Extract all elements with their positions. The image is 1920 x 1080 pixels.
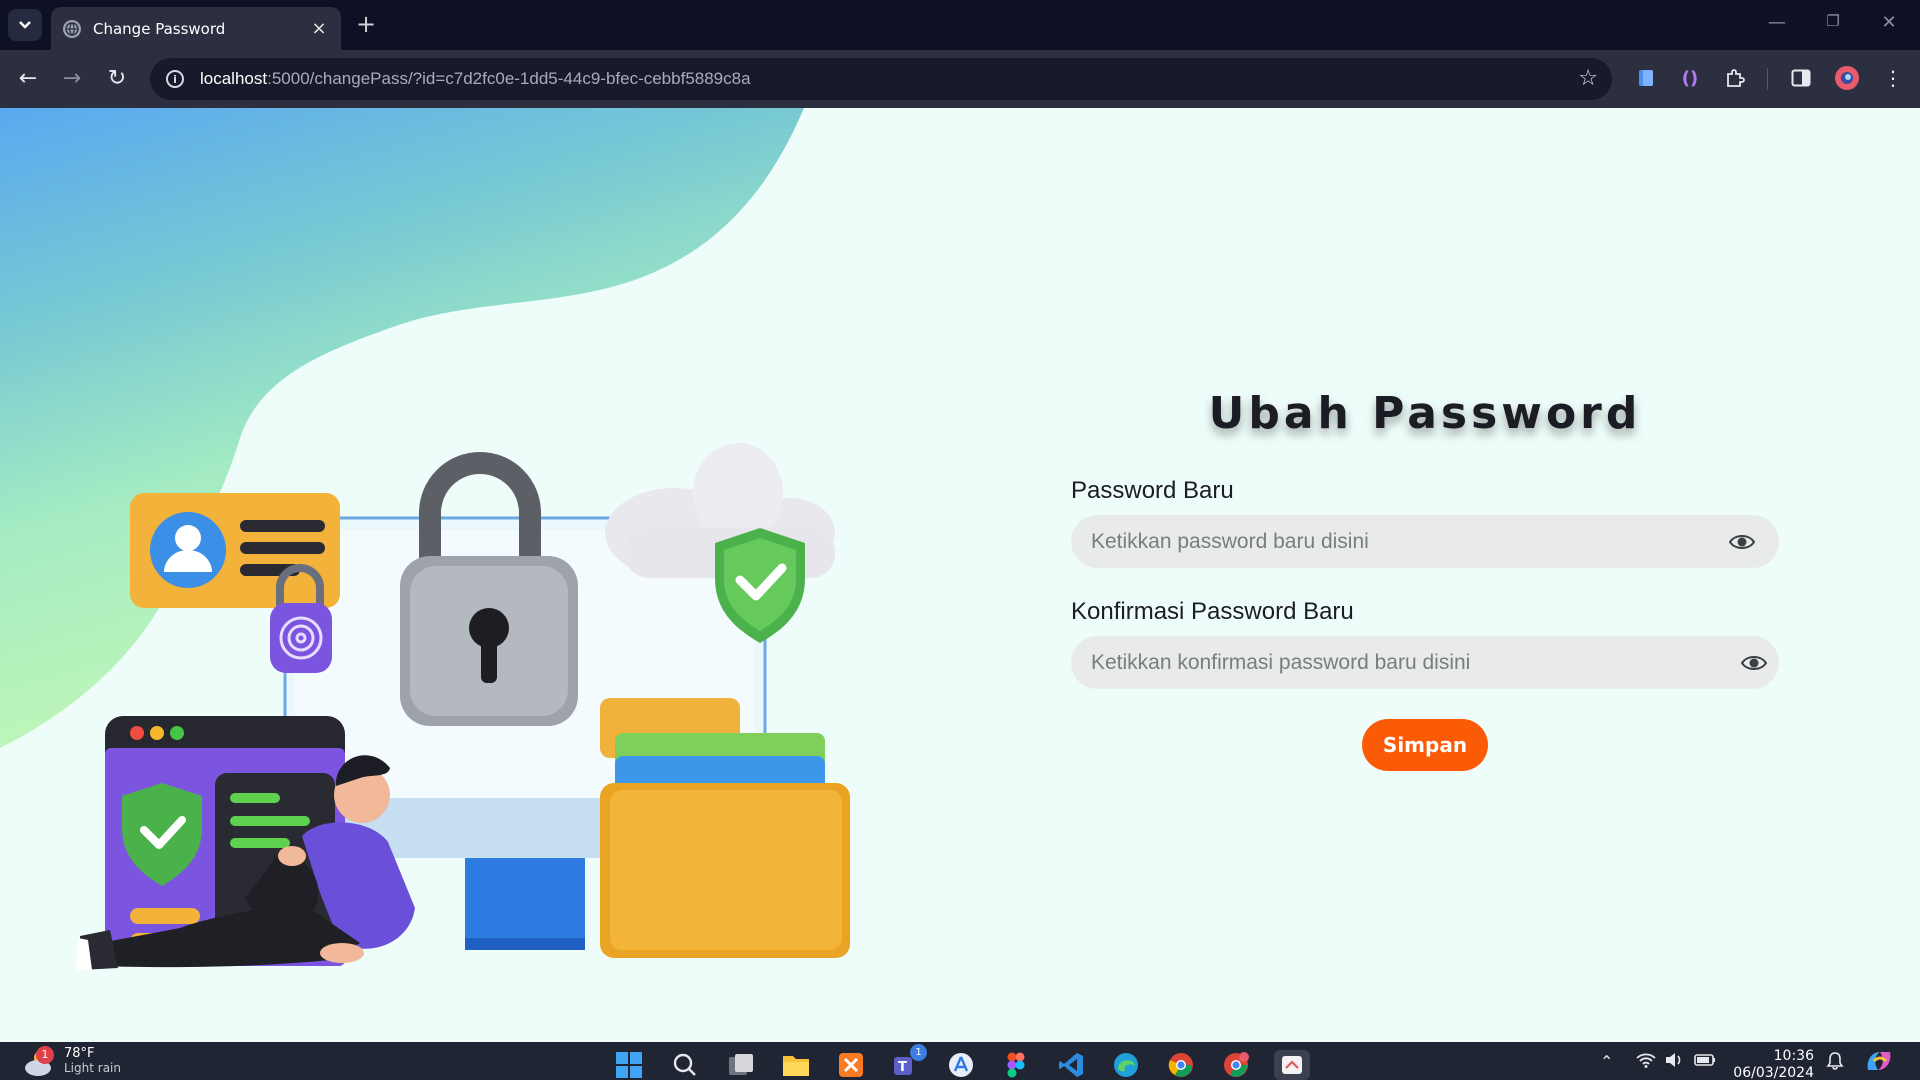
close-tab-icon[interactable]: × <box>309 18 329 39</box>
extension-bracket-icon[interactable]: () <box>1677 65 1703 91</box>
change-password-form: Ubah Password Password Baru Konfirmasi P… <box>1071 388 1779 771</box>
clock-time: 10:36 <box>1773 1048 1814 1064</box>
eye-icon[interactable] <box>1741 652 1767 674</box>
chrome-icon[interactable] <box>1166 1050 1196 1080</box>
teams-badge: 1 <box>910 1044 927 1061</box>
toolbar-divider <box>1767 68 1768 90</box>
new-password-label: Password Baru <box>1071 477 1234 504</box>
back-button[interactable]: ← <box>13 64 43 94</box>
snipping-tool-icon[interactable] <box>1274 1050 1310 1080</box>
confirm-password-field-wrapper <box>1071 636 1779 689</box>
wifi-icon[interactable] <box>1636 1052 1656 1072</box>
reload-button[interactable]: ↻ <box>102 64 132 94</box>
weather-description: Light rain <box>64 1061 121 1075</box>
windows-taskbar: 1 78°F Light rain T 1 ⌃ 10:36 06/03/2024 <box>0 1042 1920 1080</box>
file-explorer-icon[interactable] <box>781 1050 811 1080</box>
search-icon[interactable] <box>670 1050 700 1080</box>
battery-icon[interactable] <box>1694 1052 1716 1071</box>
app-store-icon[interactable] <box>946 1050 976 1080</box>
chevron-down-icon <box>19 21 31 29</box>
volume-icon[interactable] <box>1664 1052 1684 1072</box>
tab-title: Change Password <box>93 19 226 38</box>
url-host: localhost <box>200 69 268 88</box>
clock-date: 06/03/2024 <box>1733 1065 1814 1080</box>
weather-badge: 1 <box>36 1046 54 1064</box>
edge-icon[interactable] <box>1111 1050 1141 1080</box>
save-button[interactable]: Simpan <box>1362 719 1488 771</box>
chrome-profile-icon[interactable] <box>1221 1050 1251 1080</box>
vscode-icon[interactable] <box>1056 1050 1086 1080</box>
side-panel-icon[interactable] <box>1788 65 1814 91</box>
security-illustration <box>76 443 850 970</box>
puzzle-extensions-icon[interactable] <box>1722 65 1748 91</box>
confirm-password-label: Konfirmasi Password Baru <box>1071 598 1354 625</box>
site-info-icon[interactable]: i <box>166 70 184 88</box>
copilot-icon[interactable] <box>1864 1048 1894 1078</box>
rain-cloud-icon: 1 <box>22 1046 56 1080</box>
weather-temp: 78°F <box>64 1046 95 1061</box>
profile-avatar[interactable] <box>1834 65 1860 91</box>
chevron-up-icon[interactable]: ⌃ <box>1600 1052 1613 1071</box>
task-view-icon[interactable] <box>726 1050 756 1080</box>
xampp-icon[interactable] <box>836 1050 866 1080</box>
figma-icon[interactable] <box>1001 1050 1031 1080</box>
browser-tab-bar: Change Password × + — ❐ ✕ <box>0 0 1920 50</box>
svg-text:T: T <box>898 1060 907 1075</box>
restore-button[interactable]: ❐ <box>1818 12 1848 30</box>
globe-icon <box>63 19 81 38</box>
url-path: :5000/changePass/?id=c7d2fc0e-1dd5-44c9-… <box>267 69 751 88</box>
browser-toolbar: ← → ↻ i localhost:5000/changePass/?id=c7… <box>0 50 1920 108</box>
weather-widget[interactable]: 1 78°F Light rain <box>22 1046 121 1080</box>
notification-bell-icon[interactable] <box>1826 1052 1844 1074</box>
page-title: Ubah Password <box>1208 388 1642 439</box>
confirm-password-input[interactable] <box>1091 650 1691 675</box>
tab-search-button[interactable] <box>8 9 42 41</box>
address-bar[interactable]: i localhost:5000/changePass/?id=c7d2fc0e… <box>150 58 1612 100</box>
minimize-button[interactable]: — <box>1762 12 1792 33</box>
extension-blue-icon[interactable] <box>1633 65 1659 91</box>
new-password-input[interactable] <box>1091 529 1691 554</box>
new-password-field-wrapper <box>1071 515 1779 568</box>
new-tab-button[interactable]: + <box>352 10 380 38</box>
system-clock[interactable]: 10:36 06/03/2024 <box>1730 1048 1814 1080</box>
change-password-page: Ubah Password Password Baru Konfirmasi P… <box>0 108 1920 1042</box>
forward-button[interactable]: → <box>57 64 87 94</box>
browser-tab[interactable]: Change Password × <box>51 7 341 50</box>
teams-icon[interactable]: T 1 <box>891 1044 927 1080</box>
start-button[interactable] <box>614 1050 644 1080</box>
bookmark-star-icon[interactable]: ☆ <box>1578 66 1598 91</box>
close-window-button[interactable]: ✕ <box>1874 12 1904 33</box>
eye-icon[interactable] <box>1729 531 1755 553</box>
more-menu-icon[interactable]: ⋮ <box>1880 65 1906 91</box>
